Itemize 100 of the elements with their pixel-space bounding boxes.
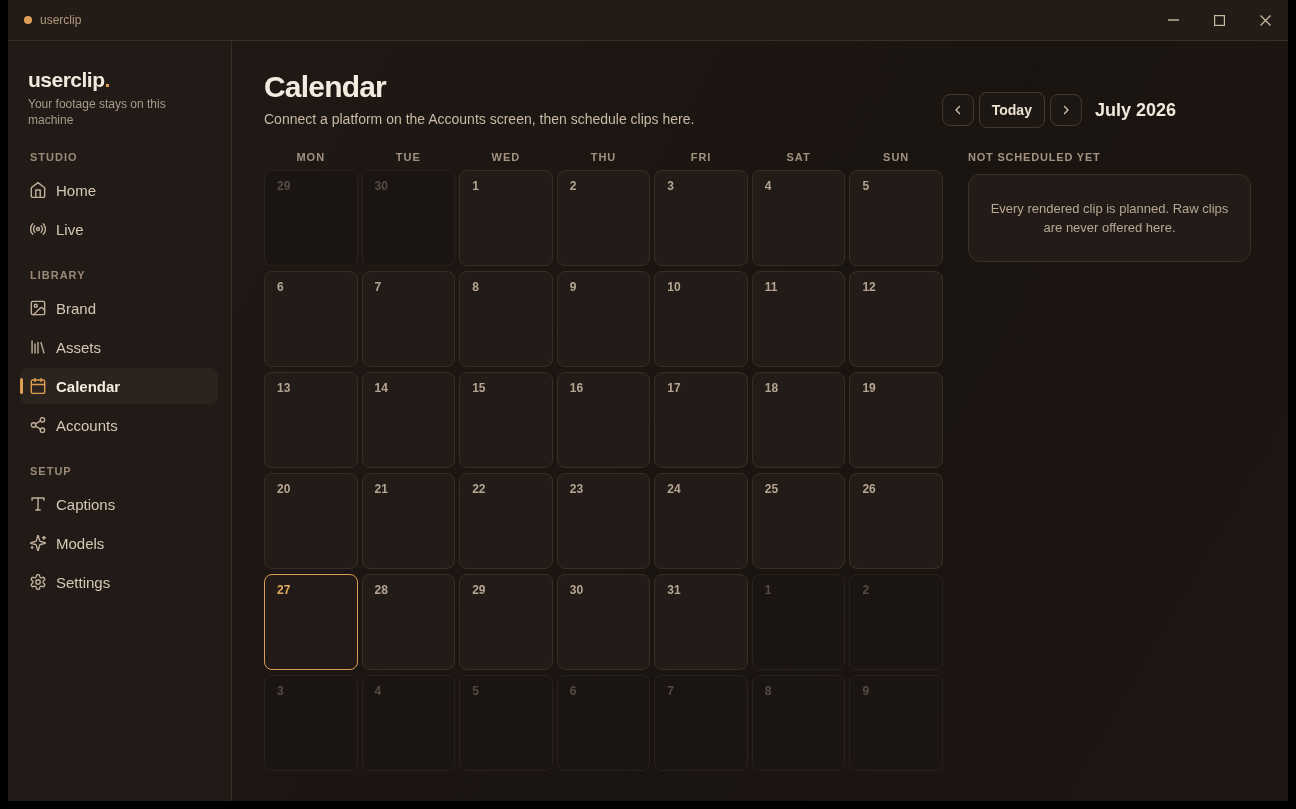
- section-label: STUDIO: [30, 150, 78, 164]
- weekday-label: WED: [491, 150, 521, 164]
- empty-state-message: Every rendered clip is planned. Raw clips are never offered here.: [989, 200, 1230, 237]
- weekday-label: TUE: [395, 150, 421, 164]
- nav-item[interactable]: Models: [20, 525, 218, 561]
- day-number: 24: [667, 482, 681, 496]
- day-cell[interactable]: 4: [751, 170, 846, 266]
- image-icon: [30, 300, 46, 316]
- day-number: 16: [569, 381, 584, 395]
- day-number: 1: [472, 179, 479, 193]
- nav-item[interactable]: Calendar: [20, 368, 218, 404]
- day-cell[interactable]: 14: [361, 372, 456, 468]
- day-number: 2: [569, 179, 577, 193]
- day-cell[interactable]: 22: [459, 473, 553, 569]
- weekday-label: SUN: [883, 150, 910, 164]
- section-label: LIBRARY: [30, 268, 86, 282]
- day-number: 27: [277, 583, 291, 597]
- nav-item[interactable]: Captions: [20, 486, 218, 522]
- minimize-icon: [1167, 19, 1179, 21]
- day-number: 18: [764, 381, 779, 395]
- day-cell[interactable]: 1: [459, 170, 553, 266]
- weekday-label: SAT: [786, 150, 811, 164]
- day-number: 19: [862, 381, 876, 395]
- day-cell[interactable]: 28: [361, 574, 456, 670]
- day-cell[interactable]: 20: [264, 473, 358, 569]
- day-number: 25: [764, 482, 779, 496]
- day-cell[interactable]: 15: [459, 372, 553, 468]
- day-cell[interactable]: 31: [654, 574, 748, 670]
- nav-item[interactable]: Settings: [20, 564, 218, 600]
- day-cell[interactable]: 16: [556, 372, 651, 468]
- day-cell[interactable]: 18: [751, 372, 846, 468]
- nav-item[interactable]: Live: [20, 211, 218, 247]
- day-number: 7: [667, 684, 674, 698]
- next-month-button[interactable]: [1049, 94, 1082, 126]
- nav-item[interactable]: Assets: [20, 329, 218, 365]
- day-number: 12: [862, 280, 876, 294]
- weekday-label: THU: [590, 150, 617, 164]
- day-number: 30: [374, 179, 388, 193]
- day-number: 9: [569, 280, 577, 294]
- day-cell[interactable]: 19: [849, 372, 943, 468]
- day-number: 14: [374, 381, 388, 395]
- settings-icon: [30, 574, 46, 590]
- month-label: July 2026: [1094, 99, 1176, 122]
- day-number: 20: [277, 482, 291, 496]
- day-number: 29: [472, 583, 486, 597]
- section-label: SETUP: [30, 464, 72, 478]
- day-number: 17: [667, 381, 681, 395]
- page-title: Calendar: [264, 69, 386, 105]
- day-cell[interactable]: 25: [751, 473, 846, 569]
- day-number: 31: [667, 583, 681, 597]
- status-dot-icon: [24, 16, 32, 24]
- maximize-icon: [1213, 14, 1225, 26]
- day-number: 6: [569, 684, 577, 698]
- day-number: 8: [764, 684, 772, 698]
- day-cell[interactable]: 8: [459, 271, 553, 367]
- day-number: 4: [764, 179, 772, 193]
- day-number: 1: [764, 583, 772, 597]
- day-cell[interactable]: 5: [849, 170, 943, 266]
- day-number: 30: [569, 583, 584, 597]
- panel-title: NOT SCHEDULED YET: [968, 150, 1101, 164]
- tagline: Your footage stays on this machine: [28, 96, 167, 128]
- day-cell[interactable]: 17: [654, 372, 748, 468]
- day-number: 29: [277, 179, 291, 193]
- day-cell[interactable]: 9: [556, 271, 651, 367]
- nav-item[interactable]: Brand: [20, 290, 218, 326]
- today-button[interactable]: Today: [978, 92, 1045, 128]
- day-cell[interactable]: 26: [849, 473, 943, 569]
- day-number: 6: [277, 280, 284, 294]
- previous-month-button[interactable]: [941, 94, 974, 126]
- sparkles-icon: [30, 535, 46, 551]
- day-cell[interactable]: 11: [751, 271, 846, 367]
- day-number: 22: [472, 482, 486, 496]
- day-cell[interactable]: 10: [654, 271, 748, 367]
- day-number: 9: [862, 684, 870, 698]
- share-icon: [30, 417, 46, 433]
- day-cell[interactable]: 27: [264, 574, 358, 670]
- day-number: 3: [277, 684, 284, 698]
- app-logo: userclip.: [28, 67, 110, 93]
- home-icon: [30, 182, 46, 198]
- day-cell[interactable]: 2: [556, 170, 651, 266]
- day-cell[interactable]: 6: [264, 271, 358, 367]
- day-number: 26: [862, 482, 876, 496]
- day-cell[interactable]: 7: [361, 271, 456, 367]
- day-cell[interactable]: 23: [556, 473, 651, 569]
- day-cell[interactable]: 29: [459, 574, 553, 670]
- day-cell[interactable]: 13: [264, 372, 358, 468]
- nav-item[interactable]: Accounts: [20, 407, 218, 443]
- library-icon: [30, 339, 46, 355]
- calendar-icon: [30, 378, 46, 394]
- nav-item[interactable]: Home: [20, 172, 218, 208]
- day-cell[interactable]: 30: [556, 574, 651, 670]
- day-cell[interactable]: 21: [361, 473, 456, 569]
- day-number: 23: [569, 482, 584, 496]
- day-cell[interactable]: 12: [849, 271, 943, 367]
- broadcast-icon: [30, 221, 46, 237]
- day-number: 5: [472, 684, 479, 698]
- day-cell[interactable]: 3: [654, 170, 748, 266]
- day-cell[interactable]: 24: [654, 473, 748, 569]
- day-number: 4: [374, 684, 382, 698]
- day-number: 5: [862, 179, 870, 193]
